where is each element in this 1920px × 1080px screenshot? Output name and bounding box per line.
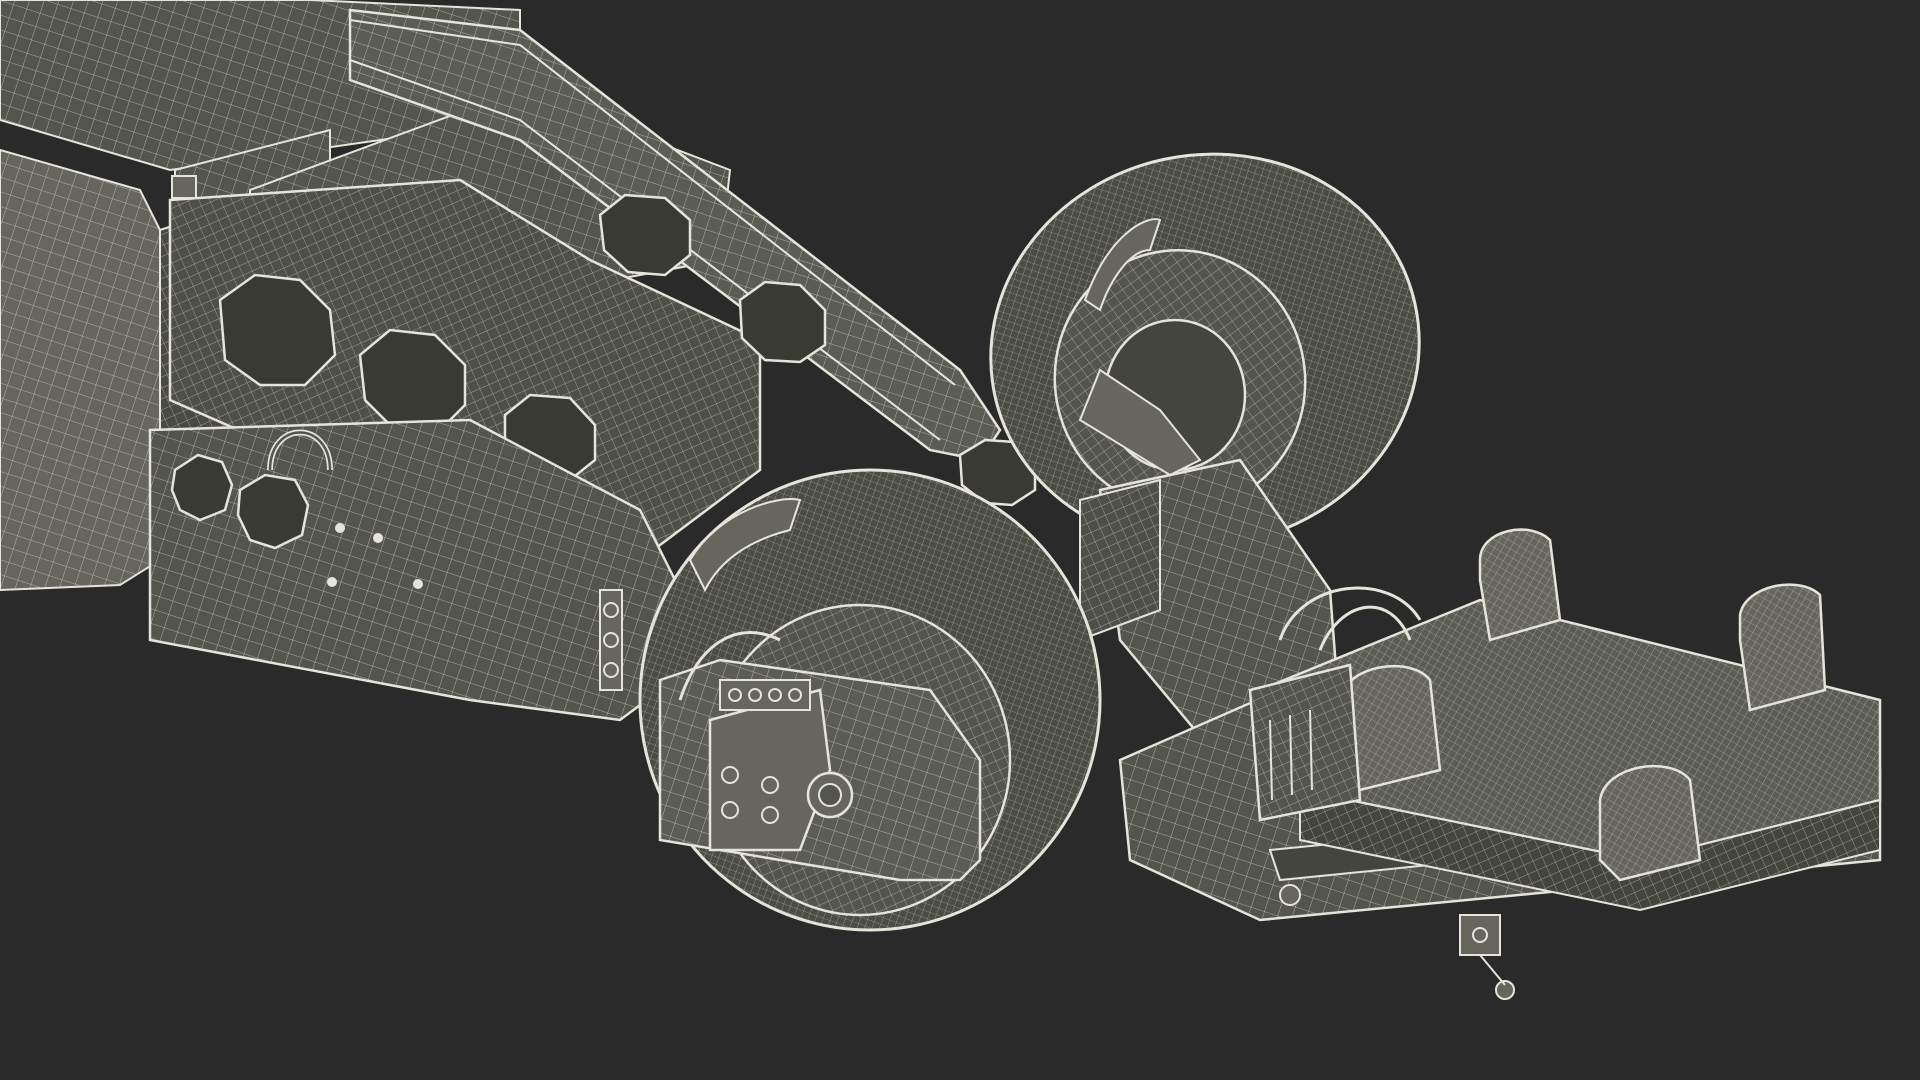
hydraulic-fittings	[719, 679, 811, 711]
render-viewport	[0, 0, 1920, 1080]
wireframe-chassis-render	[0, 0, 1882, 1000]
hitch-pin	[1459, 914, 1515, 1000]
bolt-column	[599, 589, 623, 691]
